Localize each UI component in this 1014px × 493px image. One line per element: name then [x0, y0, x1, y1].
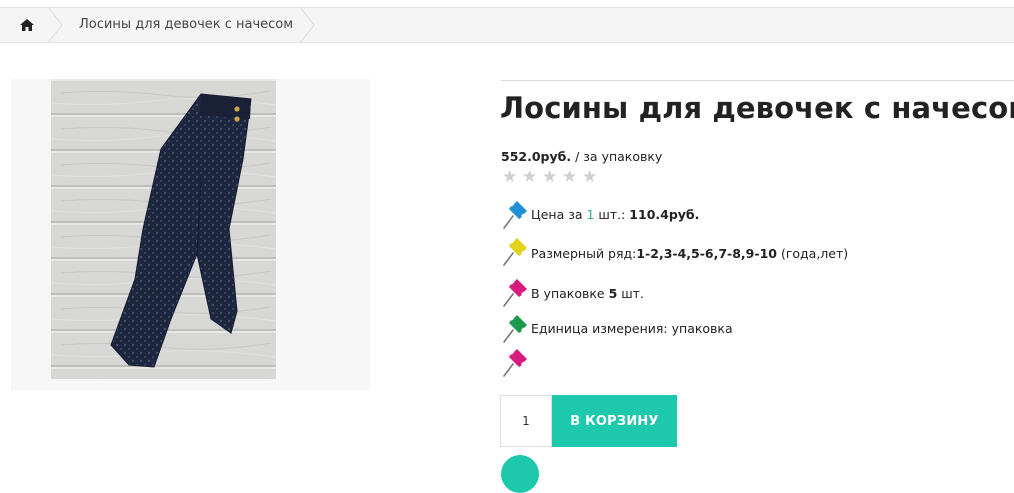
feature-label: Цена за	[531, 207, 587, 222]
price-line: 552.0руб. / за упаковку	[501, 149, 662, 164]
breadcrumb-separator	[300, 7, 315, 43]
pushpin-yellow-icon	[503, 237, 528, 266]
feature-suffix: шт.	[617, 286, 644, 301]
star-icon[interactable]: ★	[542, 168, 562, 186]
home-icon	[20, 19, 34, 31]
star-icon[interactable]: ★	[582, 168, 602, 186]
feature-label-2: шт.:	[594, 207, 630, 222]
star-icon[interactable]: ★	[502, 168, 522, 186]
feature-label: В упаковке	[531, 286, 609, 301]
product-title: Лосины для девочек с начесом	[500, 91, 1014, 125]
pushpin-magenta-icon	[503, 278, 528, 307]
divider	[501, 80, 1014, 81]
breadcrumb-home-link[interactable]	[0, 8, 54, 42]
round-action-button[interactable]	[501, 455, 539, 493]
feature-label: Единица измерения: упаковка	[531, 321, 733, 336]
pushpin-magenta-icon	[503, 348, 528, 377]
feature-suffix: (года,лет)	[776, 246, 849, 261]
feature-value: 110.4руб.	[629, 207, 700, 222]
pushpin-green-icon	[503, 314, 528, 343]
feature-value: 1-2,3-4,5-6,7-8,9-10	[636, 246, 777, 261]
quantity-input[interactable]	[500, 395, 552, 447]
breadcrumb-current[interactable]: Лосины для девочек с начесом	[79, 8, 293, 42]
price-amount: 552.0руб.	[501, 149, 572, 164]
feature-value: 5	[608, 286, 618, 301]
star-icon[interactable]: ★	[562, 168, 582, 186]
add-to-cart-button[interactable]: В КОРЗИНУ	[552, 395, 677, 447]
feature-label: Размерный ряд:	[531, 246, 637, 261]
star-icon[interactable]: ★	[522, 168, 542, 186]
breadcrumb: Лосины для девочек с начесом	[0, 7, 1014, 43]
breadcrumb-separator	[48, 7, 63, 43]
pushpin-blue-icon	[503, 200, 528, 229]
price-unit: / за упаковку	[571, 149, 663, 164]
product-image[interactable]	[51, 79, 276, 379]
rating-stars[interactable]: ★ ★ ★ ★ ★	[502, 168, 602, 186]
